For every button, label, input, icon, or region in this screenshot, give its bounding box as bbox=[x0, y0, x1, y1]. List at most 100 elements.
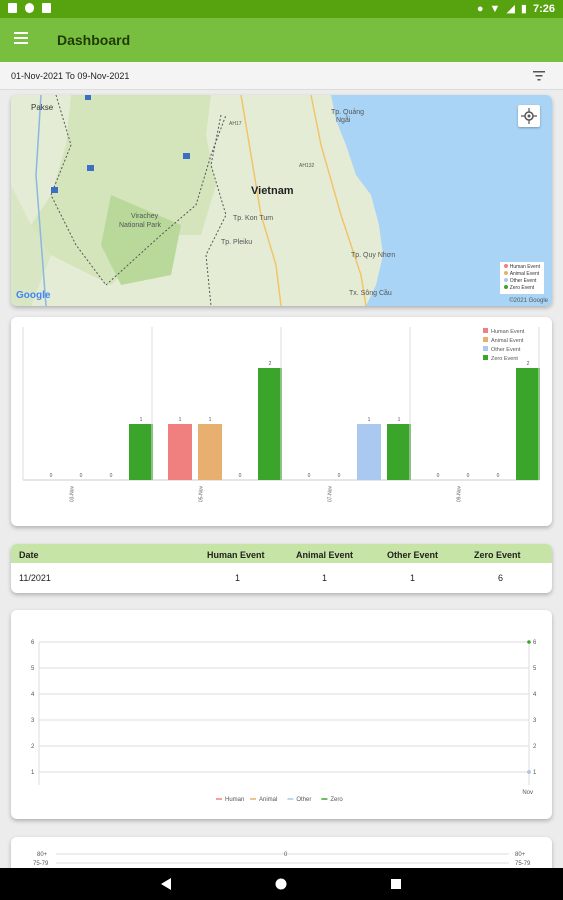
bar-value-label: 0 bbox=[50, 473, 53, 479]
age-label-right-top: 80+ bbox=[515, 852, 526, 858]
map-label-kon-tum: Tp. Kon Tum bbox=[233, 215, 274, 222]
bar-value-label: 2 bbox=[527, 361, 530, 367]
y-tick-label-left: 3 bbox=[31, 718, 35, 724]
table-header: Date Human Event Animal Event Other Even… bbox=[11, 544, 552, 563]
bar-value-label: 1 bbox=[140, 417, 143, 423]
bar-value-label: 0 bbox=[497, 473, 500, 479]
clock: 7:26 bbox=[532, 2, 555, 15]
legend-label: Other Event bbox=[491, 347, 521, 353]
age-center-value: 0 bbox=[284, 852, 288, 858]
y-tick-label-right: 6 bbox=[533, 640, 537, 646]
cell-other: 1 bbox=[410, 573, 416, 583]
y-tick-label-right: 3 bbox=[533, 718, 537, 724]
cell-human: 1 bbox=[235, 573, 241, 583]
age-label-left-bottom: 75-79 bbox=[33, 861, 49, 867]
map-label-national-park: National Park bbox=[119, 222, 162, 229]
map-legend-item: Human Event bbox=[503, 264, 540, 271]
cell-animal: 1 bbox=[322, 573, 328, 583]
line-legend: Human Animal Other Zero bbox=[216, 797, 343, 803]
bar-legend: Human Event Animal Event Other Event Zero E… bbox=[483, 328, 525, 362]
date-range-bar: 01-Nov-2021 To 09-Nov-2021 bbox=[0, 62, 563, 90]
cell-date: 11/2021 bbox=[19, 573, 51, 583]
status-bar: ● ▼ ◢ ▮ 7:26 bbox=[0, 0, 563, 18]
back-icon[interactable] bbox=[160, 878, 172, 890]
map-label-ah132: AH132 bbox=[299, 163, 315, 169]
map-label-quang-ngai-2: Ngãi bbox=[336, 117, 351, 124]
bar bbox=[129, 424, 153, 480]
y-tick-label-left: 2 bbox=[31, 744, 35, 750]
bar bbox=[387, 424, 411, 480]
location-status-icon: ● bbox=[476, 2, 484, 15]
hamburger-menu-icon[interactable] bbox=[14, 32, 30, 46]
x-tick-label: Nov bbox=[522, 790, 533, 796]
map-label-song-cau: Tx. Sông Cầu bbox=[349, 290, 392, 297]
map-label-pleiku: Tp. Pleiku bbox=[221, 239, 253, 246]
summary-table: Date Human Event Animal Event Other Even… bbox=[11, 544, 552, 593]
map-legend-item: Other Event bbox=[503, 278, 540, 285]
map-copyright: ©2021 Google bbox=[509, 298, 548, 304]
map-canvas[interactable] bbox=[11, 95, 552, 306]
age-label-right-bottom: 75-79 bbox=[515, 861, 531, 867]
bar bbox=[258, 368, 282, 480]
home-icon[interactable] bbox=[275, 878, 287, 890]
header-animal-event: Animal Event bbox=[296, 550, 354, 560]
map-label-quang-ngai: Tp. Quảng bbox=[331, 109, 365, 116]
line-chart-card: 1 1 2 2 3 3 4 4 5 5 6 6 Nov Human Animal Other Zero bbox=[11, 610, 552, 819]
map-card[interactable]: Pakse Vietnam Virachey National Park Tp.… bbox=[11, 95, 552, 306]
table-row[interactable]: 11/2021 1 1 1 6 bbox=[11, 563, 552, 593]
legend-label: Zero Event bbox=[491, 356, 518, 362]
bar-value-label: 0 bbox=[308, 473, 311, 479]
y-tick-label-right: 5 bbox=[533, 666, 537, 672]
y-tick-label-left: 4 bbox=[31, 692, 35, 698]
bar-value-label: 0 bbox=[80, 473, 83, 479]
bar bbox=[357, 424, 381, 480]
recents-icon[interactable] bbox=[390, 878, 402, 890]
map-label-virachey: Virachey bbox=[131, 213, 159, 220]
page-title: Dashboard bbox=[57, 32, 131, 48]
bar-value-label: 1 bbox=[398, 417, 401, 423]
x-tick-label: 05-Nov bbox=[199, 486, 205, 503]
signal-icon: ◢ bbox=[506, 3, 515, 15]
my-location-button[interactable] bbox=[518, 105, 540, 127]
bar-value-label: 1 bbox=[368, 417, 371, 423]
wifi-icon: ▼ bbox=[489, 2, 501, 15]
map-label-vietnam: Vietnam bbox=[251, 185, 294, 197]
legend-swatch bbox=[483, 346, 488, 351]
x-tick-label: 09-Nov bbox=[457, 486, 463, 503]
header-human-event: Human Event bbox=[207, 550, 265, 560]
header-zero-event: Zero Event bbox=[474, 550, 521, 560]
header-other-event: Other Event bbox=[387, 550, 439, 560]
legend-swatch bbox=[483, 328, 488, 333]
bar bbox=[198, 424, 222, 480]
x-tick-label: 07-Nov bbox=[328, 486, 334, 503]
y-tick-label-right: 4 bbox=[533, 692, 537, 698]
clipboard-icon bbox=[42, 3, 51, 13]
bar bbox=[516, 368, 540, 480]
map-label-quy-nhon: Tp. Quy Nhơn bbox=[351, 252, 396, 259]
crosshair-icon bbox=[521, 108, 537, 124]
line-point bbox=[527, 640, 531, 644]
bar-value-label: 0 bbox=[110, 473, 113, 479]
y-tick-label-left: 6 bbox=[31, 640, 35, 646]
legend-label: Animal bbox=[259, 797, 277, 803]
date-range-text[interactable]: 01-Nov-2021 To 09-Nov-2021 bbox=[11, 71, 129, 81]
bar-value-label: 1 bbox=[209, 417, 212, 423]
map-label-ah17: AH17 bbox=[229, 121, 242, 127]
system-nav-bar bbox=[0, 868, 563, 900]
filter-icon[interactable] bbox=[533, 71, 545, 81]
battery-icon: ▮ bbox=[520, 3, 527, 15]
legend-label: Human bbox=[225, 797, 244, 803]
legend-swatch bbox=[483, 355, 488, 360]
line-chart: 1 1 2 2 3 3 4 4 5 5 6 6 Nov Human Animal Other Zero bbox=[31, 640, 537, 803]
cell-zero: 6 bbox=[498, 573, 504, 583]
notification-icon bbox=[8, 3, 17, 13]
line-point bbox=[527, 770, 531, 774]
bar-value-label: 0 bbox=[239, 473, 242, 479]
bar-value-label: 0 bbox=[437, 473, 440, 479]
y-tick-label-right: 1 bbox=[533, 770, 537, 776]
y-tick-label-left: 1 bbox=[31, 770, 35, 776]
bar-chart-card: 0 0 0 1 03-Nov 1 1 0 2 05-Nov 0 0 1 1 07-Nov 0 0 0 2 09-Nov… bbox=[11, 317, 552, 526]
app-bar: Dashboard bbox=[0, 18, 563, 62]
bar-chart: 0 0 0 1 03-Nov 1 1 0 2 05-Nov 0 0 1 1 07-Nov 0 0 0 2 09-Nov… bbox=[22, 327, 540, 503]
map-label-pakse: Pakse bbox=[31, 103, 54, 112]
